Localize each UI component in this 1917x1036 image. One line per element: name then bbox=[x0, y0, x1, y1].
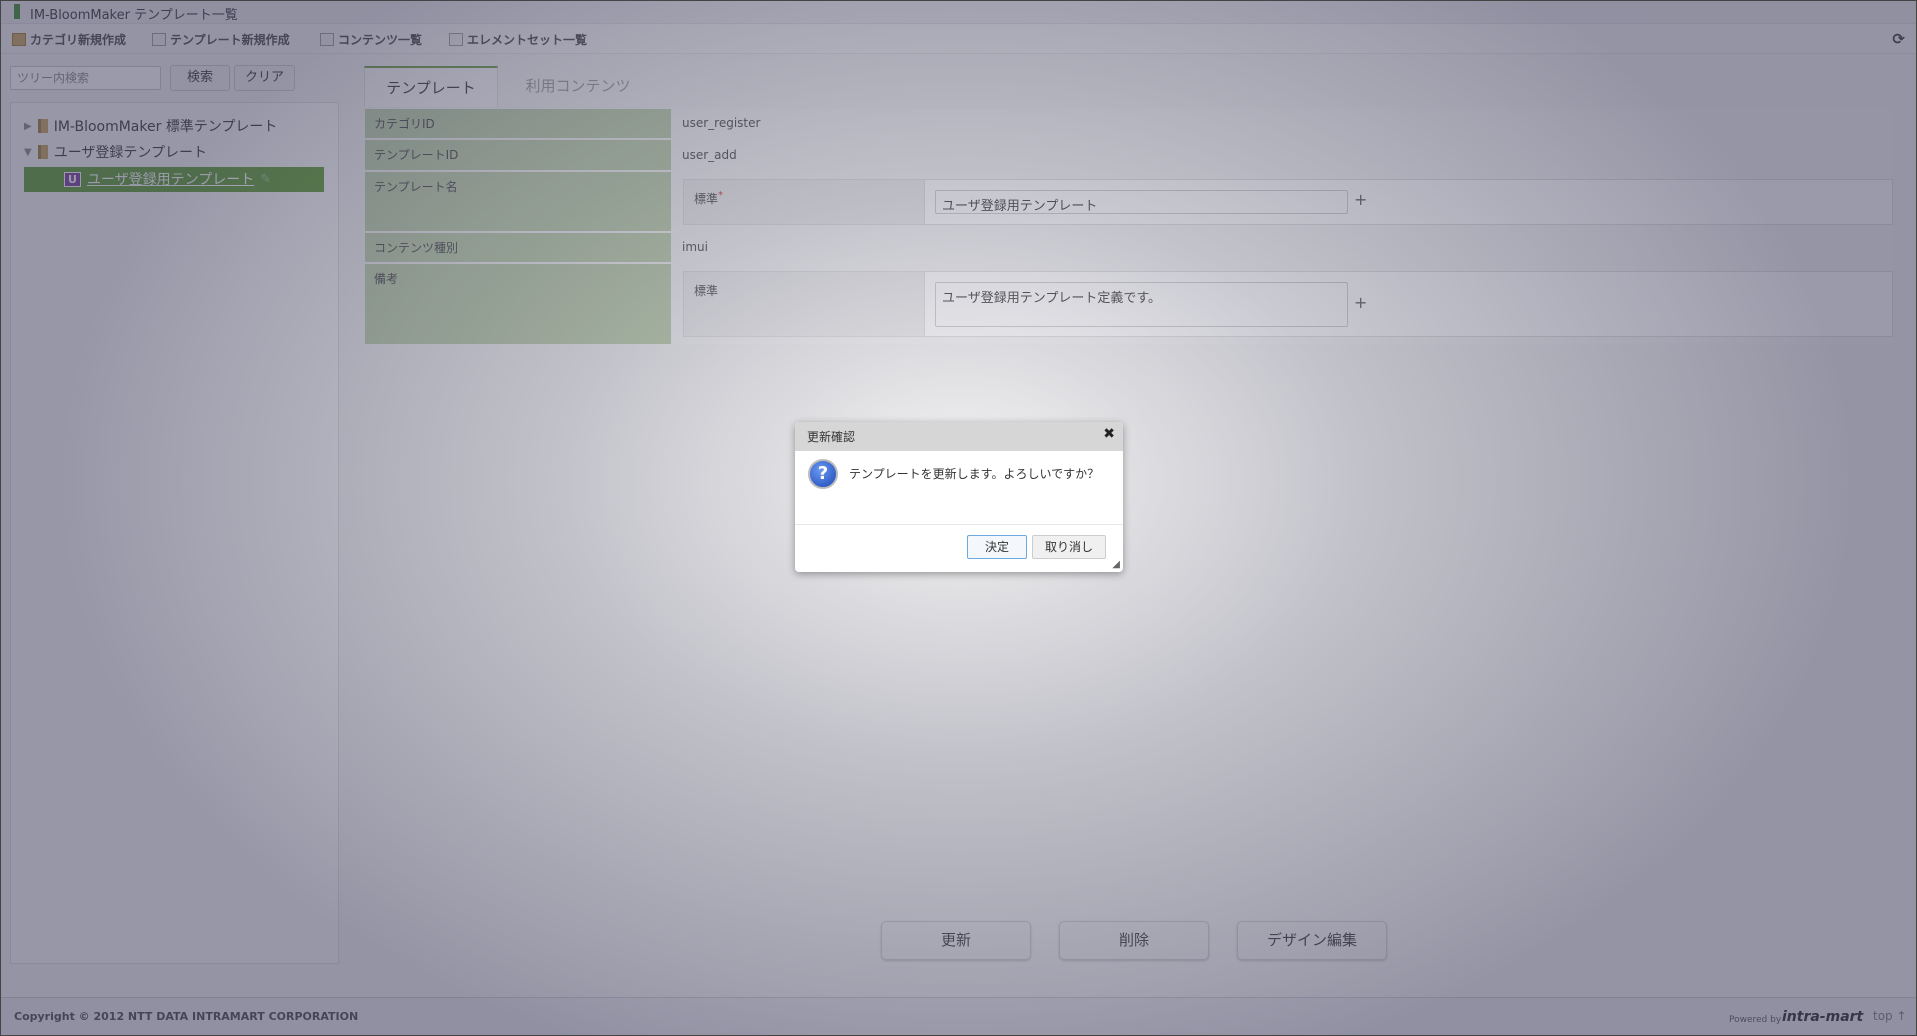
collapse-icon[interactable]: ▼ bbox=[24, 147, 32, 158]
edit-pencil-icon[interactable]: ✎ bbox=[260, 172, 271, 187]
confirm-dialog: 更新確認 ✖ ? テンプレートを更新します。よろしいですか？ 決定 取り消し ◢ bbox=[795, 422, 1123, 572]
template-id-value: user_add bbox=[682, 148, 737, 162]
close-icon[interactable]: ✖ bbox=[1103, 426, 1115, 442]
create-category-button[interactable]: カテゴリ新規作成 bbox=[12, 31, 126, 48]
folder-add-icon bbox=[12, 33, 26, 46]
tree-item-label: IM-BloomMaker 標準テンプレート bbox=[53, 119, 278, 135]
tree-item-user-register[interactable]: ▼ ユーザ登録テンプレート bbox=[24, 142, 207, 162]
copyright: Copyright © 2012 NTT DATA INTRAMART CORP… bbox=[14, 1010, 359, 1023]
window-title: IM-BloomMaker テンプレート一覧 bbox=[30, 8, 238, 23]
dialog-header: 更新確認 ✖ bbox=[795, 422, 1123, 451]
title-bar: IM-BloomMaker テンプレート一覧 bbox=[0, 0, 1917, 24]
toolbar: カテゴリ新規作成 テンプレート新規作成 コンテンツ一覧 エレメントセット一覧 ⟳ bbox=[0, 24, 1917, 54]
create-template-button[interactable]: テンプレート新規作成 bbox=[152, 31, 290, 48]
template-add-icon bbox=[152, 33, 166, 46]
tree-panel bbox=[10, 102, 339, 964]
refresh-icon[interactable]: ⟳ bbox=[1892, 30, 1905, 48]
create-template-label: テンプレート新規作成 bbox=[170, 33, 290, 47]
tree-item-standard[interactable]: ▶ IM-BloomMaker 標準テンプレート bbox=[24, 116, 277, 136]
tree-search-input[interactable] bbox=[10, 66, 161, 90]
tab-template[interactable]: テンプレート bbox=[364, 66, 498, 107]
delete-button[interactable]: 削除 bbox=[1059, 921, 1209, 960]
add-locale-plus-icon[interactable]: + bbox=[1354, 190, 1367, 209]
dialog-title: 更新確認 bbox=[807, 430, 856, 444]
add-locale-plus-icon[interactable]: + bbox=[1354, 293, 1367, 312]
footer: Copyright © 2012 NTT DATA INTRAMART CORP… bbox=[0, 997, 1917, 1036]
expand-icon[interactable]: ▶ bbox=[24, 121, 32, 132]
content-type-label: コンテンツ種別 bbox=[365, 233, 671, 262]
folder-icon bbox=[37, 119, 48, 133]
template-name-label: テンプレート名 bbox=[365, 172, 671, 231]
remarks-locale: 標準 bbox=[683, 271, 925, 337]
template-badge: U bbox=[64, 171, 81, 187]
tree-item-label[interactable]: ユーザ登録用テンプレート bbox=[87, 169, 254, 189]
locale-label: 標準 bbox=[694, 192, 719, 206]
template-name-input[interactable]: ユーザ登録用テンプレート bbox=[935, 190, 1348, 214]
create-category-label: カテゴリ新規作成 bbox=[30, 33, 127, 47]
elementset-list-button[interactable]: エレメントセット一覧 bbox=[449, 31, 587, 48]
question-icon: ? bbox=[808, 459, 838, 489]
content-type-value: imui bbox=[682, 240, 708, 254]
template-name-locale: 標準* bbox=[683, 179, 925, 225]
resize-handle-icon[interactable]: ◢ bbox=[1112, 559, 1120, 570]
content-list-label: コンテンツ一覧 bbox=[338, 33, 423, 47]
app-icon bbox=[14, 4, 20, 19]
search-button[interactable]: 検索 bbox=[170, 65, 230, 91]
ok-button[interactable]: 決定 bbox=[967, 535, 1027, 559]
remarks-label: 備考 bbox=[365, 264, 671, 344]
elementset-list-label: エレメントセット一覧 bbox=[467, 33, 588, 47]
dialog-divider bbox=[795, 524, 1123, 525]
content-list-button[interactable]: コンテンツ一覧 bbox=[320, 31, 422, 48]
tab-used-contents[interactable]: 利用コンテンツ bbox=[500, 66, 656, 107]
folder-icon bbox=[37, 145, 48, 159]
update-button[interactable]: 更新 bbox=[881, 921, 1031, 960]
cancel-button[interactable]: 取り消し bbox=[1032, 535, 1106, 559]
tree-item-user-template[interactable]: U ユーザ登録用テンプレート ✎ bbox=[64, 169, 271, 189]
category-id-label: カテゴリID bbox=[365, 109, 671, 138]
design-edit-button[interactable]: デザイン編集 bbox=[1237, 921, 1387, 960]
required-mark: * bbox=[718, 190, 724, 201]
template-id-label: テンプレートID bbox=[365, 140, 671, 170]
top-link[interactable]: top ↑ bbox=[1873, 1009, 1907, 1023]
powered-by: Powered by bbox=[1729, 1015, 1782, 1025]
list-icon bbox=[320, 33, 334, 46]
dialog-message: テンプレートを更新します。よろしいですか？ bbox=[849, 467, 1100, 481]
clear-button[interactable]: クリア bbox=[234, 65, 295, 91]
intra-mart-logo: intra-mart bbox=[1782, 1009, 1864, 1025]
category-id-value: user_register bbox=[682, 116, 761, 130]
tree-item-label: ユーザ登録テンプレート bbox=[53, 145, 208, 161]
list-icon bbox=[449, 33, 463, 46]
remarks-textarea[interactable]: ユーザ登録用テンプレート定義です。 bbox=[935, 282, 1348, 327]
